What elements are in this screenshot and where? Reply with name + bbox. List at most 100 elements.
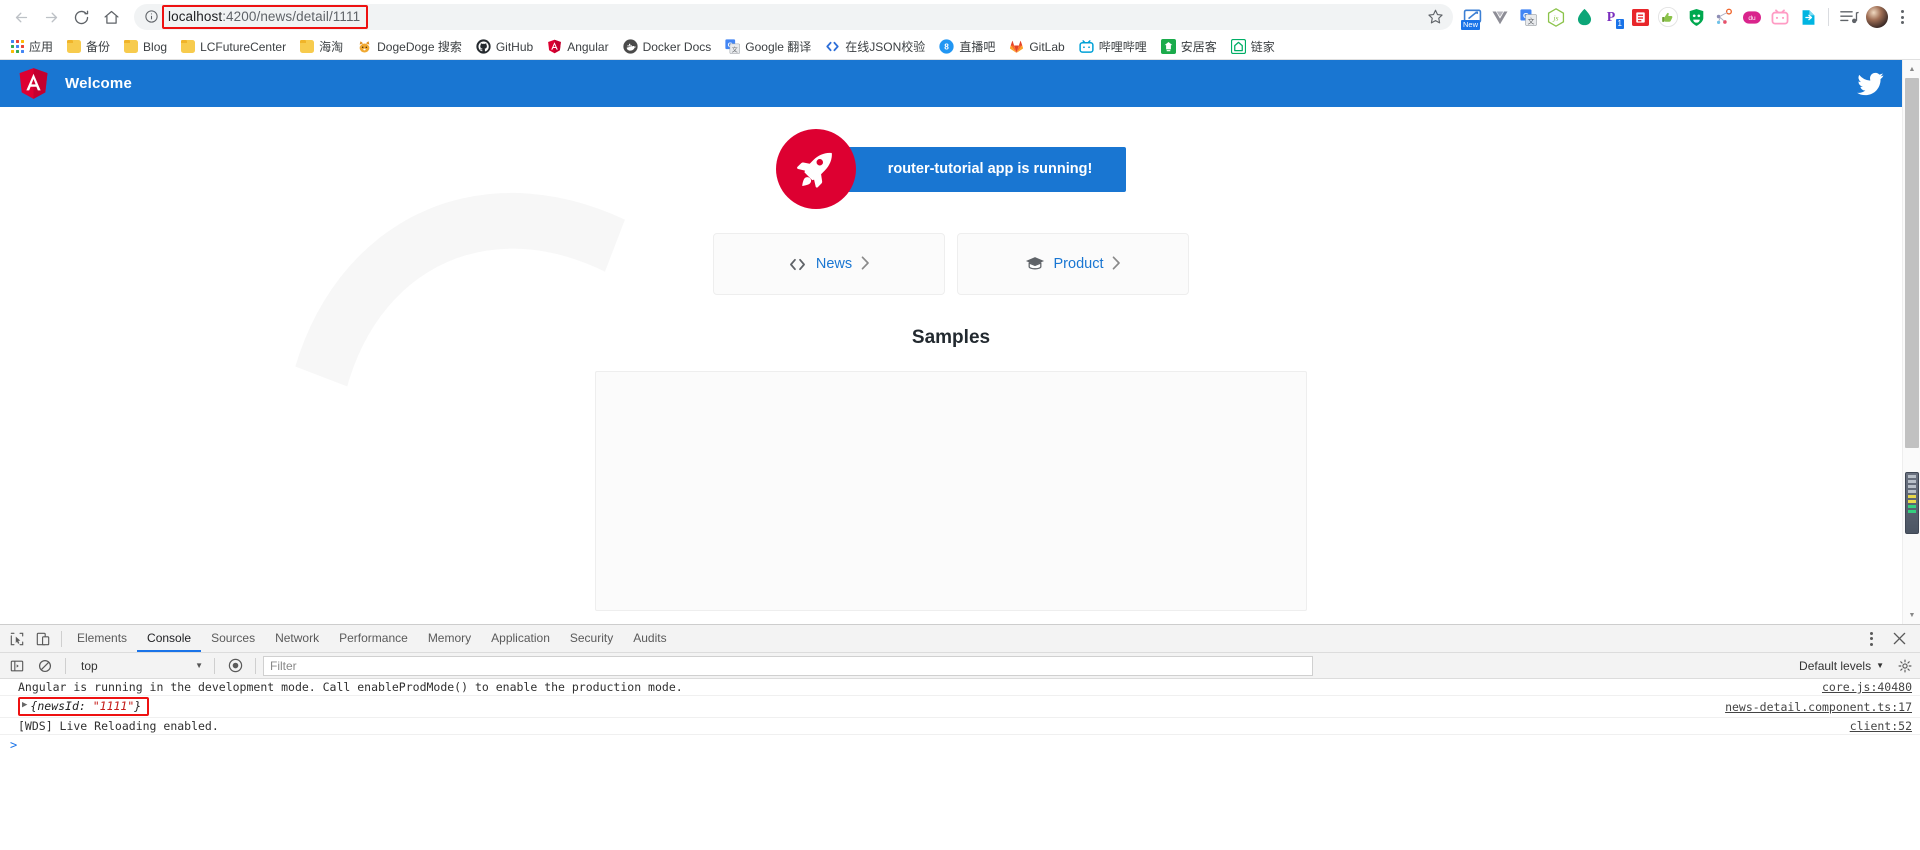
svg-text:du: du xyxy=(1748,15,1756,22)
bookmark-lcfuturecenter[interactable]: LCFutureCenter xyxy=(174,37,293,57)
bookmark-label: 直播吧 xyxy=(959,40,996,54)
console-log-row[interactable]: ▶ {newsId: "1111"} news-detail.component… xyxy=(0,696,1920,718)
console-settings-icon[interactable] xyxy=(1894,655,1916,677)
dogedoge-icon xyxy=(359,41,370,53)
clear-console-icon[interactable] xyxy=(32,653,58,679)
bookmark-zhibo8[interactable]: 8 直播吧 xyxy=(932,35,1002,58)
app-title: Welcome xyxy=(65,75,132,92)
folder-icon xyxy=(300,40,315,53)
tampermonkey-extension-icon[interactable] xyxy=(1683,4,1709,30)
home-button[interactable] xyxy=(96,2,126,32)
bookmark-lianjia[interactable]: 链家 xyxy=(1224,35,1282,58)
inspect-element-icon[interactable] xyxy=(4,626,30,652)
console-sidebar-icon[interactable] xyxy=(4,653,30,679)
scrollbar-thumb[interactable] xyxy=(1905,78,1919,448)
nodejs-extension-icon[interactable]: js xyxy=(1543,4,1569,30)
bookmark-haitao[interactable]: 海淘 xyxy=(293,35,350,58)
google-translate-extension-icon[interactable]: G文 xyxy=(1515,4,1541,30)
disclosure-triangle-icon[interactable]: ▶ xyxy=(22,700,27,710)
bookmark-label: 安居客 xyxy=(1180,40,1217,54)
bookmark-label: GitHub xyxy=(495,39,534,54)
code-brackets-icon xyxy=(826,41,839,52)
app-toolbar: Welcome xyxy=(0,60,1902,107)
devtools-divider xyxy=(214,657,215,674)
green-drop-extension-icon[interactable] xyxy=(1571,4,1597,30)
back-button[interactable] xyxy=(6,2,36,32)
rocket-icon xyxy=(796,152,832,188)
bookmark-docker-docs[interactable]: Docker Docs xyxy=(616,36,719,57)
baidu-extension-icon[interactable]: du xyxy=(1739,4,1765,30)
toolbar-divider xyxy=(1828,8,1829,26)
devtools-more-icon[interactable] xyxy=(1858,626,1884,652)
tab-memory[interactable]: Memory xyxy=(418,625,481,652)
anjuke-icon xyxy=(1160,39,1176,54)
console-context-value: top xyxy=(81,658,98,673)
console-log-source[interactable]: core.js:40480 xyxy=(1802,680,1912,694)
console-prompt[interactable]: > xyxy=(0,735,1920,755)
console-levels-value: Default levels xyxy=(1799,658,1872,673)
devtools-close-icon[interactable] xyxy=(1886,626,1912,652)
share-extension-icon[interactable] xyxy=(1795,4,1821,30)
user-avatar[interactable] xyxy=(1864,4,1890,30)
folder-icon xyxy=(124,40,139,53)
sitemap-extension-icon[interactable] xyxy=(1711,4,1737,30)
console-log-row[interactable]: Angular is running in the development mo… xyxy=(0,679,1920,696)
bookmark-apps[interactable]: 应用 xyxy=(4,35,60,58)
bilibili-extension-icon[interactable] xyxy=(1767,4,1793,30)
twitter-icon[interactable] xyxy=(1857,72,1884,96)
address-bar[interactable]: localhost:4200/news/detail/1111 xyxy=(134,4,1453,30)
hero-section: router-tutorial app is running! xyxy=(0,107,1902,209)
bookmark-anjuke[interactable]: 安居客 xyxy=(1154,35,1224,58)
card-label: News xyxy=(815,256,853,272)
console-levels-select[interactable]: Default levels ▼ xyxy=(1791,659,1892,673)
media-playlist-icon[interactable] xyxy=(1836,4,1862,30)
page-info-icon[interactable] xyxy=(144,9,160,25)
tab-sources[interactable]: Sources xyxy=(201,625,265,652)
tab-application[interactable]: Application xyxy=(481,625,560,652)
bookmark-label: Angular xyxy=(567,39,609,54)
forward-button[interactable] xyxy=(36,2,66,32)
svg-text:8: 8 xyxy=(945,43,950,52)
tab-audits[interactable]: Audits xyxy=(623,625,676,652)
google-translate-icon: G文 xyxy=(725,39,741,54)
bookmark-star-icon[interactable] xyxy=(1427,8,1445,26)
page-viewport: Welcome router-tutorial app is running! xyxy=(0,60,1920,624)
screenshot-extension-icon[interactable]: New xyxy=(1459,4,1485,30)
card-news[interactable]: News xyxy=(713,233,945,295)
live-expression-icon[interactable] xyxy=(222,653,248,679)
scroll-up-arrow[interactable]: ▲ xyxy=(1903,60,1920,78)
console-filter-input[interactable]: Filter xyxy=(263,655,1313,676)
feedly-extension-icon[interactable] xyxy=(1627,4,1653,30)
proxy-switchy-extension-icon[interactable]: P 1 xyxy=(1599,4,1625,30)
vue-devtools-extension-icon[interactable] xyxy=(1487,4,1513,30)
tab-security[interactable]: Security xyxy=(560,625,623,652)
card-product[interactable]: Product xyxy=(957,233,1189,295)
bookmark-label: 海淘 xyxy=(319,40,344,54)
page-scrollbar[interactable]: ▲ ▼ xyxy=(1902,60,1920,624)
bookmark-dogedoge[interactable]: DogeDoge 搜索 xyxy=(350,35,469,58)
console-log-row[interactable]: [WDS] Live Reloading enabled. client:52 xyxy=(0,718,1920,735)
tab-elements[interactable]: Elements xyxy=(67,625,137,652)
bookmark-github[interactable]: GitHub xyxy=(469,36,540,57)
bookmark-blog[interactable]: Blog xyxy=(117,37,174,57)
tab-performance[interactable]: Performance xyxy=(329,625,418,652)
reload-button[interactable] xyxy=(66,2,96,32)
chrome-menu-icon[interactable] xyxy=(1892,4,1912,30)
toggle-device-toolbar-icon[interactable] xyxy=(30,626,56,652)
bookmark-gitlab[interactable]: GitLab xyxy=(1002,36,1071,57)
bookmark-angular[interactable]: Angular xyxy=(540,36,615,57)
bookmark-beifen[interactable]: 备份 xyxy=(60,35,117,58)
bookmark-label: 在线JSON校验 xyxy=(845,40,926,54)
thumb-extension-icon[interactable] xyxy=(1655,4,1681,30)
console-context-select[interactable]: top ▼ xyxy=(73,656,207,676)
tab-network[interactable]: Network xyxy=(265,625,329,652)
bookmark-json-validator[interactable]: 在线JSON校验 xyxy=(818,35,932,58)
bookmark-google-translate[interactable]: G文 Google 翻译 xyxy=(718,35,818,58)
console-log-source[interactable]: client:52 xyxy=(1830,719,1912,733)
scroll-down-arrow[interactable]: ▼ xyxy=(1903,606,1920,624)
console-output: Angular is running in the development mo… xyxy=(0,679,1920,850)
devtools-divider xyxy=(255,657,256,674)
tab-console[interactable]: Console xyxy=(137,625,202,652)
bookmark-bilibili[interactable]: 哔哩哔哩 xyxy=(1072,35,1154,58)
console-log-source[interactable]: news-detail.component.ts:17 xyxy=(1705,700,1912,714)
